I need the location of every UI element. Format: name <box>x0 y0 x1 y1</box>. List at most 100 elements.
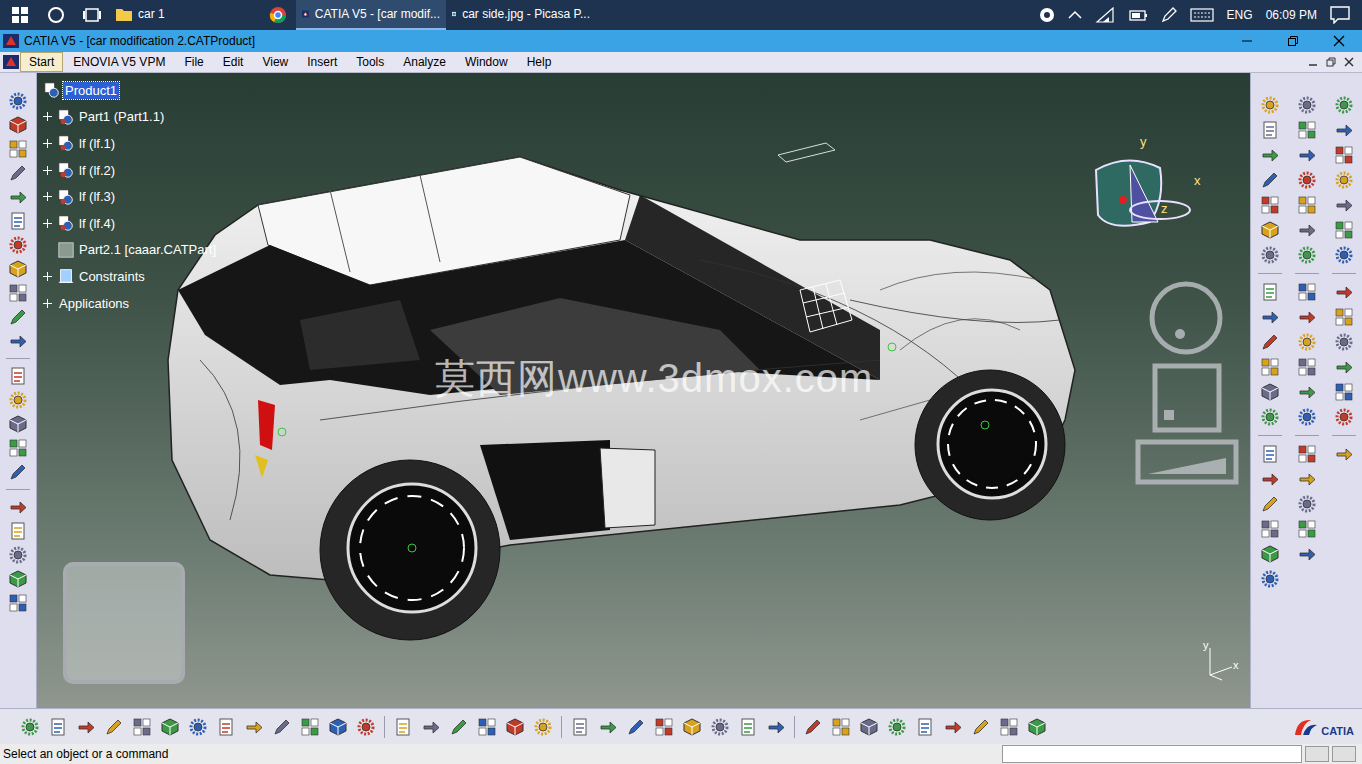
grid-icon[interactable] <box>1260 195 1280 215</box>
restore-button[interactable] <box>1270 30 1316 52</box>
grid-icon[interactable] <box>477 717 497 737</box>
pencil-icon[interactable] <box>8 462 28 482</box>
language-indicator[interactable]: ENG <box>1227 8 1253 22</box>
pencil-icon[interactable] <box>8 163 28 183</box>
sheet-icon[interactable] <box>1260 444 1280 464</box>
arrow-icon[interactable] <box>766 717 786 737</box>
notification-icon[interactable] <box>1330 6 1350 24</box>
arrow-icon[interactable] <box>1297 544 1317 564</box>
gear-icon[interactable] <box>1334 407 1354 427</box>
expand-toggle[interactable] <box>43 192 52 201</box>
cube-icon[interactable] <box>8 569 28 589</box>
expand-toggle[interactable] <box>43 139 52 148</box>
pencil-icon[interactable] <box>803 717 823 737</box>
sheet-icon[interactable] <box>8 366 28 386</box>
pencil-icon[interactable] <box>971 717 991 737</box>
menu-item[interactable]: View <box>253 52 297 72</box>
close-icon[interactable] <box>1342 56 1356 68</box>
tree-node[interactable]: Part2.1 [caaar.CATPart] <box>43 237 218 264</box>
tree-node[interactable]: lf (lf.1) <box>43 130 218 157</box>
start-button[interactable] <box>2 0 38 30</box>
sheet-icon[interactable] <box>1260 282 1280 302</box>
cube-icon[interactable] <box>8 259 28 279</box>
gear-icon[interactable] <box>1297 494 1317 514</box>
gear-icon[interactable] <box>8 91 28 111</box>
sheet-icon[interactable] <box>393 717 413 737</box>
cube-icon[interactable] <box>328 717 348 737</box>
grid-icon[interactable] <box>831 717 851 737</box>
tree-node[interactable]: lf (lf.4) <box>43 210 218 237</box>
arrow-icon[interactable] <box>1297 145 1317 165</box>
gear-icon[interactable] <box>8 545 28 565</box>
pencil-icon[interactable] <box>449 717 469 737</box>
gear-icon[interactable] <box>1297 245 1317 265</box>
pencil-icon[interactable] <box>104 717 124 737</box>
keyboard-icon[interactable] <box>1190 8 1214 22</box>
arrow-icon[interactable] <box>8 497 28 517</box>
grid-icon[interactable] <box>1334 382 1354 402</box>
cube-icon[interactable] <box>1260 544 1280 564</box>
gear-icon[interactable] <box>887 717 907 737</box>
gear-icon[interactable] <box>1260 407 1280 427</box>
task-view-button[interactable] <box>74 0 110 30</box>
tree-node[interactable]: lf (lf.3) <box>43 183 218 210</box>
taskbar-app[interactable]: CATIA V5 - [car modif... <box>296 0 446 30</box>
grid-icon[interactable] <box>1297 519 1317 539</box>
arrow-icon[interactable] <box>1334 120 1354 140</box>
expand-toggle[interactable] <box>43 219 52 228</box>
menu-item[interactable]: Start <box>20 52 63 72</box>
menu-item[interactable]: File <box>175 52 212 72</box>
menu-item[interactable]: ENOVIA V5 VPM <box>64 52 174 72</box>
expand-toggle[interactable] <box>43 112 52 121</box>
gear-icon[interactable] <box>20 717 40 737</box>
command-input[interactable] <box>1002 745 1302 763</box>
pencil-icon[interactable] <box>1260 170 1280 190</box>
tree-node[interactable]: Constraints <box>43 263 218 290</box>
arrow-icon[interactable] <box>244 717 264 737</box>
cube-icon[interactable] <box>8 115 28 135</box>
cube-icon[interactable] <box>1260 220 1280 240</box>
sheet-icon[interactable] <box>915 717 935 737</box>
gear-icon[interactable] <box>8 390 28 410</box>
arrow-icon[interactable] <box>8 187 28 207</box>
menu-item[interactable]: Analyze <box>394 52 455 72</box>
grid-icon[interactable] <box>1260 357 1280 377</box>
sheet-icon[interactable] <box>738 717 758 737</box>
status-button[interactable] <box>1332 746 1356 762</box>
arrow-icon[interactable] <box>1334 195 1354 215</box>
wifi-icon[interactable] <box>1095 7 1115 23</box>
menu-item[interactable]: Window <box>456 52 517 72</box>
gear-icon[interactable] <box>1260 95 1280 115</box>
grid-icon[interactable] <box>1334 145 1354 165</box>
gear-icon[interactable] <box>1297 407 1317 427</box>
sheet-icon[interactable] <box>570 717 590 737</box>
arrow-icon[interactable] <box>1260 307 1280 327</box>
expand-toggle[interactable] <box>43 166 52 175</box>
expand-toggle[interactable] <box>43 299 52 308</box>
grid-icon[interactable] <box>1297 120 1317 140</box>
grid-icon[interactable] <box>300 717 320 737</box>
arrow-icon[interactable] <box>8 331 28 351</box>
tree-node[interactable]: lf (lf.2) <box>43 157 218 184</box>
grid-icon[interactable] <box>132 717 152 737</box>
gear-icon[interactable] <box>8 235 28 255</box>
help-icon[interactable] <box>1039 7 1055 23</box>
compass[interactable]: yxz <box>1096 134 1201 226</box>
taskbar-app[interactable]: car side.jpg - Picasa P... <box>446 0 596 30</box>
close-button[interactable] <box>1316 30 1362 52</box>
grid-icon[interactable] <box>8 283 28 303</box>
sheet-icon[interactable] <box>48 717 68 737</box>
battery-icon[interactable] <box>1128 8 1148 22</box>
grid-icon[interactable] <box>1297 357 1317 377</box>
grid-icon[interactable] <box>1297 195 1317 215</box>
gear-icon[interactable] <box>1297 170 1317 190</box>
arrow-icon[interactable] <box>1297 220 1317 240</box>
cube-icon[interactable] <box>682 717 702 737</box>
grid-icon[interactable] <box>8 139 28 159</box>
sheet-icon[interactable] <box>216 717 236 737</box>
gear-icon[interactable] <box>710 717 730 737</box>
pencil-icon[interactable] <box>8 307 28 327</box>
arrow-icon[interactable] <box>76 717 96 737</box>
grid-icon[interactable] <box>1334 220 1354 240</box>
gear-icon[interactable] <box>533 717 553 737</box>
